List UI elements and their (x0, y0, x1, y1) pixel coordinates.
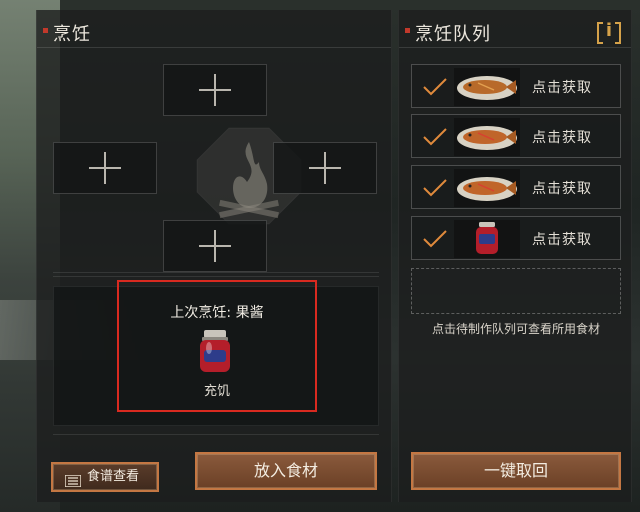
divider (53, 434, 379, 435)
ingredient-slot-left[interactable] (53, 142, 157, 194)
last-cooked-effect: 充饥 (203, 384, 230, 399)
queue-item[interactable]: 点击获取 (411, 216, 621, 260)
ingredient-slot-top[interactable] (163, 64, 267, 116)
ingredient-slot-bottom[interactable] (163, 220, 267, 272)
ingredient-slot-right[interactable] (273, 142, 377, 194)
grilled-fish-icon (454, 118, 520, 156)
plus-icon (309, 152, 341, 184)
cooking-panel: 烹饪 上次烹饪: 果酱 充饥 食谱查看 放入食材 (36, 10, 392, 502)
grilled-fish-icon (454, 169, 520, 207)
queue-hint: 点击待制作队列可查看所用食材 (431, 322, 600, 336)
queue-item[interactable]: 点击获取 (411, 114, 621, 158)
recipe-view-button[interactable]: 食谱查看 (51, 462, 159, 492)
collect-label: 点击获取 (532, 130, 592, 146)
header-marker (43, 28, 48, 33)
collect-label: 点击获取 (532, 232, 592, 248)
queue-empty-slot[interactable] (411, 268, 621, 314)
divider (53, 276, 379, 277)
plus-icon (199, 230, 231, 262)
cooking-panel-header: 烹饪 (37, 10, 391, 48)
header-marker (405, 28, 410, 33)
jam-jar-icon (454, 220, 520, 258)
queue-item[interactable]: 点击获取 (411, 64, 621, 108)
check-icon (422, 229, 448, 249)
divider (53, 272, 379, 273)
collect-label: 点击获取 (532, 80, 592, 96)
recipe-view-label: 食谱查看 (87, 469, 140, 484)
queue-panel-title: 烹饪队列 (415, 24, 491, 45)
check-icon (422, 178, 448, 198)
add-ingredients-button[interactable]: 放入食材 (195, 452, 377, 490)
jam-jar-icon (195, 328, 235, 374)
grilled-fish-icon (454, 68, 520, 106)
last-cooked-label: 上次烹饪: 果酱 (170, 305, 264, 321)
plus-icon (199, 74, 231, 106)
recall-all-button[interactable]: 一键取回 (411, 452, 621, 490)
queue-panel-header: 烹饪队列 i (399, 10, 631, 48)
book-icon (64, 471, 82, 488)
cooking-panel-title: 烹饪 (53, 24, 91, 45)
plus-icon (89, 152, 121, 184)
cooking-queue-panel: 烹饪队列 i 点击获取 点击获取 点击获取 点击获取 点击待制作队列可查看所用食… (398, 10, 632, 502)
collect-label: 点击获取 (532, 181, 592, 197)
check-icon (422, 127, 448, 147)
queue-item[interactable]: 点击获取 (411, 165, 621, 209)
info-button[interactable]: i (597, 20, 621, 44)
check-icon (422, 77, 448, 97)
